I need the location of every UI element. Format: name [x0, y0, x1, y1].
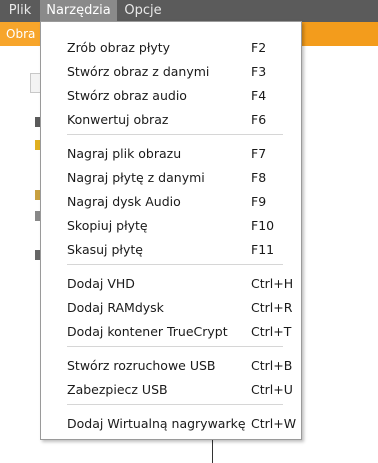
menu-item-label: Konwertuj obraz — [67, 112, 169, 127]
menu-item-skopiuj-plyte[interactable]: Skopiuj płytę F10 — [41, 214, 301, 236]
menu-item-label: Skasuj płytę — [67, 242, 143, 257]
menu-item-label: Dodaj RAMdysk — [67, 300, 164, 315]
menu-item-label: Dodaj VHD — [67, 276, 135, 291]
menu-item-label: Stwórz obraz z danymi — [67, 64, 210, 79]
tab-obraz[interactable]: Obra — [0, 22, 44, 46]
menu-item-shortcut: F11 — [251, 242, 275, 257]
menu-opcje[interactable]: Opcje — [118, 0, 168, 22]
menu-item-stworz-rozruchowe-usb[interactable]: Stwórz rozruchowe USB Ctrl+B — [41, 354, 301, 376]
menu-item-nagraj-plyte-z-danymi[interactable]: Nagraj płytę z danymi F8 — [41, 166, 301, 188]
menu-item-stworz-obraz-z-danymi[interactable]: Stwórz obraz z danymi F3 — [41, 60, 301, 82]
menu-item-zabezpiecz-usb[interactable]: Zabezpiecz USB Ctrl+U — [41, 378, 301, 400]
menu-item-nagraj-dysk-audio[interactable]: Nagraj dysk Audio F9 — [41, 190, 301, 212]
menu-item-shortcut: F9 — [251, 194, 267, 209]
menu-separator — [67, 134, 283, 135]
menu-item-shortcut: F2 — [251, 40, 267, 55]
menu-separator — [67, 346, 283, 347]
narzedzia-dropdown: Zrób obraz płyty F2 Stwórz obraz z danym… — [40, 21, 302, 440]
menu-item-label: Dodaj kontener TrueCrypt — [67, 324, 228, 339]
menu-item-shortcut: Ctrl+H — [251, 276, 294, 291]
menu-separator — [67, 404, 283, 405]
menu-item-nagraj-plik-obrazu[interactable]: Nagraj plik obrazu F7 — [41, 142, 301, 164]
menu-item-dodaj-kontener-truecrypt[interactable]: Dodaj kontener TrueCrypt Ctrl+T — [41, 320, 301, 342]
menu-item-zrob-obraz-plyty[interactable]: Zrób obraz płyty F2 — [41, 36, 301, 58]
menu-item-stworz-obraz-audio[interactable]: Stwórz obraz audio F4 — [41, 84, 301, 106]
menu-plik[interactable]: Plik — [0, 0, 40, 22]
menu-item-label: Zrób obraz płyty — [67, 40, 171, 55]
menu-item-konwertuj-obraz[interactable]: Konwertuj obraz F6 — [41, 108, 301, 130]
menu-item-shortcut: Ctrl+T — [251, 324, 292, 339]
menu-separator — [67, 264, 283, 265]
menu-item-shortcut: F4 — [251, 88, 267, 103]
menu-item-shortcut: F3 — [251, 64, 267, 79]
menu-item-label: Stwórz obraz audio — [67, 88, 187, 103]
menu-item-label: Nagraj płytę z danymi — [67, 170, 205, 185]
menu-item-label: Zabezpiecz USB — [67, 382, 168, 397]
menu-item-dodaj-ramdysk[interactable]: Dodaj RAMdysk Ctrl+R — [41, 296, 301, 318]
menu-item-label: Skopiuj płytę — [67, 218, 148, 233]
menu-bar: Plik Narzędzia Opcje — [0, 0, 378, 22]
menu-item-skasuj-plyte[interactable]: Skasuj płytę F11 — [41, 238, 301, 260]
menu-item-label: Nagraj plik obrazu — [67, 146, 182, 161]
menu-narzedzia[interactable]: Narzędzia — [40, 0, 117, 22]
divider — [212, 440, 213, 463]
menu-item-shortcut: Ctrl+U — [251, 382, 293, 397]
menu-item-shortcut: Ctrl+W — [251, 416, 297, 431]
menu-item-dodaj-vhd[interactable]: Dodaj VHD Ctrl+H — [41, 272, 301, 294]
menu-item-label: Nagraj dysk Audio — [67, 194, 181, 209]
menu-item-shortcut: F6 — [251, 112, 267, 127]
menu-item-shortcut: F7 — [251, 146, 267, 161]
menu-item-shortcut: F8 — [251, 170, 267, 185]
menu-item-dodaj-wirtualna-nagrywarke[interactable]: Dodaj Wirtualną nagrywarkę Ctrl+W — [41, 412, 301, 434]
menu-item-shortcut: Ctrl+R — [251, 300, 293, 315]
menu-item-shortcut: F10 — [251, 218, 275, 233]
menu-item-label: Stwórz rozruchowe USB — [67, 358, 216, 373]
menu-item-label: Dodaj Wirtualną nagrywarkę — [67, 416, 246, 431]
menu-item-shortcut: Ctrl+B — [251, 358, 293, 373]
